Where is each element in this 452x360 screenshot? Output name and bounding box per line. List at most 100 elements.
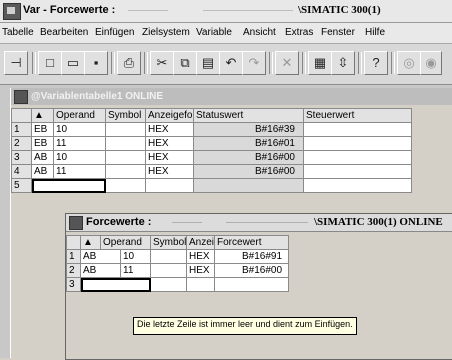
row-number[interactable]: 2 [11, 136, 32, 151]
operand-cell[interactable]: AB [31, 150, 54, 165]
row-number[interactable]: 3 [66, 277, 81, 292]
symbol-cell[interactable] [105, 178, 146, 193]
column-header-status[interactable]: Statuswert [193, 108, 304, 123]
row-number[interactable]: 1 [11, 122, 32, 137]
monitor-variable-icon[interactable]: ◎ [397, 51, 421, 75]
address-cell[interactable]: 11 [119, 263, 152, 278]
delete-icon[interactable]: ✕ [275, 51, 299, 75]
open-folder-icon[interactable]: ▭ [61, 51, 85, 75]
column-header-operand[interactable]: Operand [53, 108, 106, 123]
symbol-cell[interactable] [150, 249, 188, 264]
format-cell[interactable]: HEX [186, 263, 216, 278]
copy-icon[interactable]: ⧉ [173, 51, 197, 75]
column-header-symbol[interactable]: Symbol [150, 235, 188, 250]
format-cell[interactable]: HEX [186, 249, 216, 264]
monitor-icon[interactable]: ▦ [308, 51, 332, 75]
force-window-title-bar[interactable]: Forcewerte : \SIMATIC 300(1) ONLINE [66, 214, 452, 232]
menu-zielsystem[interactable]: Zielsystem [142, 27, 190, 38]
menu-hilfe[interactable]: Hilfe [365, 27, 385, 38]
redo-icon[interactable]: ↷ [242, 51, 266, 75]
column-header-symbol[interactable]: Symbol [105, 108, 146, 123]
row-number[interactable]: 3 [11, 150, 32, 165]
operand-input-cell[interactable] [31, 178, 106, 193]
symbol-cell[interactable] [105, 136, 146, 151]
table-select-all[interactable]: ▲ [31, 108, 54, 123]
table-row[interactable]: 1 EB 10 HEX B#16#39 [11, 122, 412, 137]
control-value-cell[interactable] [303, 150, 412, 165]
column-header-format[interactable]: Anzeigefor [145, 108, 194, 123]
force-value-cell[interactable]: B#16#91 [214, 249, 290, 264]
force-values-window[interactable]: Forcewerte : \SIMATIC 300(1) ONLINE ▲ Op… [65, 213, 452, 360]
address-cell[interactable]: 10 [119, 249, 152, 264]
format-cell[interactable]: HEX [145, 150, 194, 165]
force-window-icon[interactable] [69, 216, 83, 230]
force-table: ▲ Operand Symbol Anzei Forcewert 1 AB 10… [66, 235, 290, 292]
symbol-cell[interactable] [150, 263, 188, 278]
control-value-cell[interactable] [303, 164, 412, 179]
address-cell[interactable]: 11 [53, 164, 106, 179]
format-cell[interactable]: HEX [145, 136, 194, 151]
menu-fenster[interactable]: Fenster [321, 27, 355, 38]
variable-table-title-bar[interactable]: @Variablentabelle1 ONLINE [11, 88, 452, 105]
table-row[interactable]: 2 EB 11 HEX B#16#01 [11, 136, 412, 151]
operand-cell[interactable]: EB [31, 122, 54, 137]
format-cell[interactable] [186, 277, 216, 292]
address-cell[interactable]: 10 [53, 122, 106, 137]
menu-ansicht[interactable]: Ansicht [243, 27, 276, 38]
cut-icon[interactable]: ✂ [150, 51, 174, 75]
main-title-bar[interactable]: Var - Forcewerte : \SIMATIC 300(1) [0, 0, 452, 23]
menu-variable[interactable]: Variable [196, 27, 232, 38]
table-row[interactable]: 2 AB 11 HEX B#16#00 [66, 263, 290, 278]
symbol-cell[interactable] [105, 164, 146, 179]
pin-icon[interactable]: ⊣ [4, 51, 28, 75]
main-window-station: \SIMATIC 300(1) [298, 4, 381, 16]
force-value-cell[interactable]: B#16#00 [214, 263, 290, 278]
symbol-cell[interactable] [105, 122, 146, 137]
app-icon[interactable] [3, 3, 21, 20]
operand-input-cell[interactable] [79, 277, 152, 292]
paste-icon[interactable]: ▤ [196, 51, 220, 75]
hint-tooltip: Die letzte Zeile ist immer leer und dien… [133, 317, 357, 335]
menu-tabelle[interactable]: Tabelle [2, 27, 34, 38]
table-row[interactable]: 1 AB 10 HEX B#16#91 [66, 249, 290, 264]
help-icon[interactable]: ? [364, 51, 388, 75]
column-header-format[interactable]: Anzei [186, 235, 216, 250]
modify-variable-icon[interactable]: ◉ [420, 51, 442, 75]
row-number[interactable]: 4 [11, 164, 32, 179]
menu-bearbeiten[interactable]: Bearbeiten [40, 27, 88, 38]
symbol-cell[interactable] [105, 150, 146, 165]
undo-icon[interactable]: ↶ [219, 51, 243, 75]
table-row[interactable]: 4 AB 11 HEX B#16#00 [11, 164, 412, 179]
print-icon[interactable]: ⎙ [117, 51, 141, 75]
control-value-cell[interactable] [303, 136, 412, 151]
operand-cell[interactable]: EB [31, 136, 54, 151]
address-cell[interactable]: 10 [53, 150, 106, 165]
row-number[interactable]: 1 [66, 249, 81, 264]
modify-icon[interactable]: ⇳ [331, 51, 355, 75]
format-cell[interactable]: HEX [145, 164, 194, 179]
format-cell[interactable]: HEX [145, 122, 194, 137]
table-row-empty[interactable]: 3 [66, 277, 290, 292]
operand-cell[interactable]: AB [80, 263, 121, 278]
operand-cell[interactable]: AB [80, 249, 121, 264]
table-row[interactable]: 3 AB 10 HEX B#16#00 [11, 150, 412, 165]
format-cell[interactable] [145, 178, 194, 193]
menu-extras[interactable]: Extras [285, 27, 313, 38]
table-window-icon[interactable] [14, 90, 28, 104]
column-header-force-value[interactable]: Forcewert [214, 235, 290, 250]
force-value-cell[interactable] [214, 277, 290, 292]
save-icon[interactable]: ▪ [84, 51, 108, 75]
column-header-operand[interactable]: Operand [99, 235, 152, 250]
new-document-icon[interactable]: □ [38, 51, 62, 75]
row-number[interactable]: 2 [66, 263, 81, 278]
row-number[interactable]: 5 [11, 178, 32, 193]
control-value-cell[interactable] [303, 178, 412, 193]
operand-cell[interactable]: AB [31, 164, 54, 179]
control-value-cell[interactable] [303, 122, 412, 137]
table-select-all[interactable]: ▲ [80, 235, 101, 250]
symbol-cell[interactable] [150, 277, 188, 292]
column-header-control[interactable]: Steuerwert [303, 108, 412, 123]
address-cell[interactable]: 11 [53, 136, 106, 151]
table-row-empty[interactable]: 5 [11, 178, 412, 193]
menu-einfuegen[interactable]: Einfügen [95, 27, 134, 38]
